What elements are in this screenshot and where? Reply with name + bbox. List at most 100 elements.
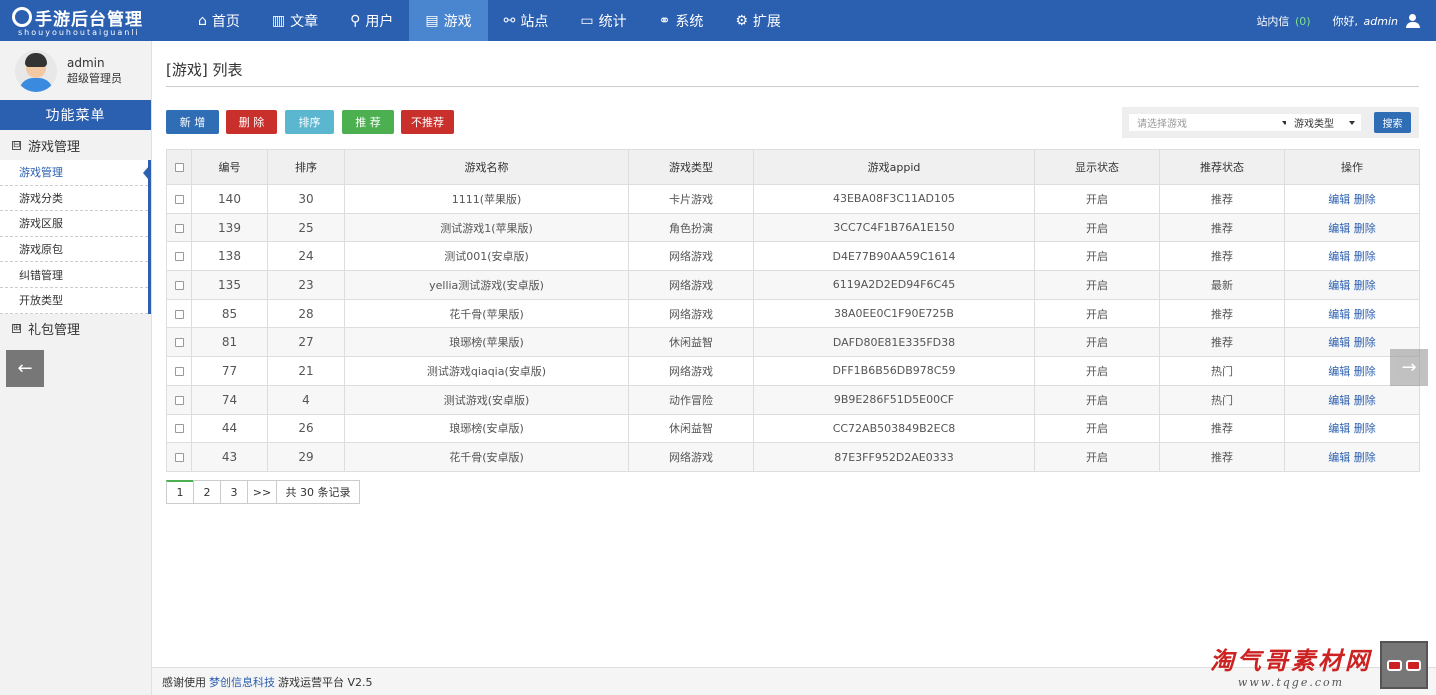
user-profile: admin 超级管理员 bbox=[0, 41, 151, 100]
row-checkbox[interactable] bbox=[174, 395, 184, 405]
arrow-right-icon[interactable]: → bbox=[1390, 349, 1428, 386]
bar-chart-icon: ▥ bbox=[271, 12, 286, 29]
cell-ops: 编辑 删除 bbox=[1284, 270, 1420, 300]
row-checkbox[interactable] bbox=[174, 424, 184, 434]
edit-link[interactable]: 编辑 bbox=[1328, 279, 1350, 292]
row-checkbox[interactable] bbox=[174, 366, 184, 376]
nav-item-label: 统计 bbox=[598, 13, 627, 30]
delete-link[interactable]: 删除 bbox=[1354, 193, 1376, 206]
cell-sort: 4 bbox=[267, 384, 345, 415]
table-body: 140 30 1111(苹果版) 卡片游戏 43EBA08F3C11AD105 开启 推荐编… bbox=[166, 184, 1420, 472]
sidebar-item-error-report[interactable]: 纠错管理 bbox=[0, 262, 148, 288]
nav-item-1[interactable]: ▥ 文章 bbox=[256, 0, 334, 41]
checkbox-cell bbox=[166, 356, 192, 386]
nav-item-2[interactable]: ⚲ 用户 bbox=[334, 0, 409, 41]
username[interactable]: admin bbox=[1364, 15, 1398, 28]
edit-link[interactable]: 编辑 bbox=[1328, 250, 1350, 263]
table-row: 44 26 琅琊榜(安卓版) 休闲益智 CC72AB503849B2EC8 开启 推荐 编辑 … bbox=[166, 413, 1420, 444]
sidebar-item-game-server[interactable]: 游戏区服 bbox=[0, 211, 148, 237]
delete-link[interactable]: 删除 bbox=[1354, 222, 1376, 235]
delete-button[interactable]: 删 除 bbox=[226, 110, 277, 134]
delete-link[interactable]: 删除 bbox=[1354, 451, 1376, 464]
sidebar-group-gift[interactable]: ⊞ 礼包管理 bbox=[0, 314, 151, 344]
checkbox-cell bbox=[166, 298, 192, 329]
nav-item-label: 系统 bbox=[675, 13, 704, 30]
col-header-type: 游戏类型 bbox=[628, 149, 754, 185]
table-row: 81 27 琅琊榜(苹果版) 休闲益智 DAFD80E81E335FD38 开启 推荐 编辑 … bbox=[166, 327, 1420, 358]
delete-link[interactable]: 删除 bbox=[1354, 250, 1376, 263]
sort-button[interactable]: 排序 bbox=[285, 110, 334, 134]
cell-appid: 6119A2D2ED94F6C45 bbox=[753, 270, 1035, 300]
delete-link[interactable]: 删除 bbox=[1354, 422, 1376, 435]
cell-type: 角色扮演 bbox=[628, 212, 754, 243]
row-checkbox[interactable] bbox=[174, 252, 184, 262]
logo-icon bbox=[12, 7, 32, 27]
row-checkbox[interactable] bbox=[174, 194, 184, 204]
sidebar-item-open-type[interactable]: 开放类型 bbox=[0, 287, 148, 314]
row-checkbox[interactable] bbox=[174, 453, 184, 463]
game-type-value: 游戏类型 bbox=[1294, 119, 1334, 130]
edit-link[interactable]: 编辑 bbox=[1328, 336, 1350, 349]
arrow-left-icon[interactable]: ← bbox=[6, 350, 44, 387]
game-type-select[interactable]: 游戏类型 bbox=[1286, 114, 1361, 131]
nav-item-6[interactable]: ⚭ 系统 bbox=[643, 0, 720, 41]
cell-name: 测试游戏qiaqia(安卓版) bbox=[344, 356, 629, 386]
sidebar-item-game-package[interactable]: 游戏原包 bbox=[0, 236, 148, 263]
nav-item-4[interactable]: ⚯ 站点 bbox=[488, 0, 565, 41]
brand-logo[interactable]: 手游后台管理 shouyouhoutaiguanli bbox=[0, 0, 160, 41]
cell-sort: 26 bbox=[267, 413, 345, 444]
row-checkbox[interactable] bbox=[174, 280, 184, 290]
search-button[interactable]: 搜索 bbox=[1374, 112, 1411, 133]
checkbox-cell bbox=[166, 327, 192, 358]
select-all-checkbox[interactable] bbox=[174, 163, 184, 172]
page-3[interactable]: 3 bbox=[220, 480, 248, 504]
next-page[interactable]: >> bbox=[247, 480, 277, 504]
nav-item-label: 文章 bbox=[290, 13, 319, 30]
delete-link[interactable]: 删除 bbox=[1354, 365, 1376, 378]
page-title: [游戏] 列表 bbox=[166, 61, 243, 79]
nav-item-0[interactable]: ⌂ 首页 bbox=[182, 0, 256, 41]
checkbox-cell bbox=[166, 212, 192, 243]
sidebar-item-game-category[interactable]: 游戏分类 bbox=[0, 185, 148, 212]
edit-link[interactable]: 编辑 bbox=[1328, 422, 1350, 435]
nav-item-3[interactable]: ▤ 游戏 bbox=[409, 0, 488, 41]
sidebar-sub-list: 游戏管理 游戏分类 游戏区服 游戏原包 纠错管理 开放类型 bbox=[0, 160, 151, 314]
edit-link[interactable]: 编辑 bbox=[1328, 394, 1350, 407]
edit-link[interactable]: 编辑 bbox=[1328, 222, 1350, 235]
edit-link[interactable]: 编辑 bbox=[1328, 451, 1350, 464]
cell-appid: DAFD80E81E335FD38 bbox=[753, 327, 1035, 358]
unrecommend-button[interactable]: 不推荐 bbox=[401, 110, 454, 134]
col-header-appid: 游戏appid bbox=[753, 149, 1035, 185]
nav-item-7[interactable]: ⚙ 扩展 bbox=[719, 0, 797, 41]
cell-show: 开启 bbox=[1034, 298, 1160, 329]
delete-link[interactable]: 删除 bbox=[1354, 308, 1376, 321]
edit-link[interactable]: 编辑 bbox=[1328, 193, 1350, 206]
delete-link[interactable]: 删除 bbox=[1354, 394, 1376, 407]
row-checkbox[interactable] bbox=[174, 223, 184, 233]
checkbox-cell bbox=[166, 241, 192, 272]
cell-id: 43 bbox=[191, 442, 268, 472]
game-select[interactable]: 请选择游戏 bbox=[1129, 114, 1294, 131]
nav-item-5[interactable]: ▭ 统计 bbox=[564, 0, 642, 41]
cell-sort: 27 bbox=[267, 327, 345, 358]
sidebar-item-game-manage[interactable]: 游戏管理 bbox=[0, 160, 149, 186]
recommend-button[interactable]: 推 荐 bbox=[342, 110, 394, 134]
user-icon[interactable] bbox=[1406, 13, 1420, 28]
sidebar-group-game[interactable]: ⊟ 游戏管理 bbox=[0, 130, 151, 160]
row-checkbox[interactable] bbox=[174, 338, 184, 348]
edit-link[interactable]: 编辑 bbox=[1328, 308, 1350, 321]
edit-link[interactable]: 编辑 bbox=[1328, 365, 1350, 378]
add-button[interactable]: 新 增 bbox=[166, 110, 219, 134]
delete-link[interactable]: 删除 bbox=[1354, 279, 1376, 292]
cell-type: 休闲益智 bbox=[628, 327, 754, 358]
page-2[interactable]: 2 bbox=[193, 480, 221, 504]
select-all-cell bbox=[166, 149, 192, 185]
row-checkbox[interactable] bbox=[174, 309, 184, 319]
cell-sort: 23 bbox=[267, 270, 345, 300]
page-1[interactable]: 1 bbox=[166, 480, 194, 504]
company-link[interactable]: 梦创信息科技 bbox=[209, 674, 275, 690]
main-nav: ⌂ 首页 ▥ 文章 ⚲ 用户 ▤ 游戏 ⚯ 站点 ▭ 统计 ⚭ 系统 ⚙ 扩展 bbox=[182, 0, 797, 41]
messages-link[interactable]: 站内信 (0) bbox=[1256, 13, 1310, 29]
delete-link[interactable]: 删除 bbox=[1354, 336, 1376, 349]
table-row: 77 21 测试游戏qiaqia(安卓版) 网络游戏 DFF1B6B56DB978C59… bbox=[166, 356, 1420, 386]
